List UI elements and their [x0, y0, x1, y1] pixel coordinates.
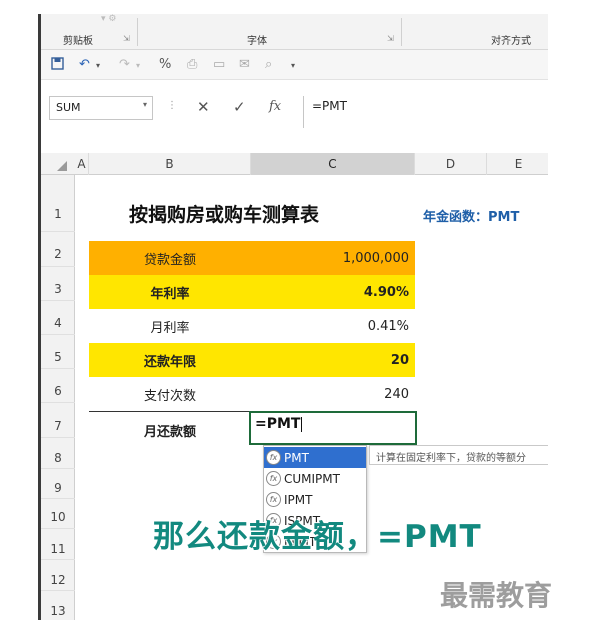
repayment-years-label[interactable]: 还款年限	[89, 343, 251, 377]
row-header-bar: 1 2 3 4 5 6 7 8 9 10 11 12 13	[41, 175, 75, 620]
row-header-1[interactable]: 1	[41, 175, 75, 232]
monthly-rate-label[interactable]: 月利率	[89, 309, 251, 343]
row-header-3[interactable]: 3	[41, 267, 75, 301]
row-header-12[interactable]: 12	[41, 560, 75, 591]
row-header-4[interactable]: 4	[41, 301, 75, 335]
column-header-a[interactable]: A	[75, 153, 89, 175]
function-icon: fx	[266, 471, 281, 486]
row-header-2[interactable]: 2	[41, 232, 75, 267]
redo-icon[interactable]: ↷	[119, 57, 130, 72]
column-header-c[interactable]: C	[251, 153, 415, 175]
function-note[interactable]: 年金函数：PMT	[423, 201, 548, 229]
row-header-6[interactable]: 6	[41, 369, 75, 403]
undo-dropdown-icon[interactable]: ▾	[96, 61, 100, 70]
ribbon-separator	[137, 18, 138, 46]
row-header-9[interactable]: 9	[41, 469, 75, 499]
formula-bar-grip-icon[interactable]: ⋮	[167, 100, 177, 111]
column-header-d[interactable]: D	[415, 153, 487, 175]
payment-count-value[interactable]: 240	[251, 377, 415, 411]
ribbon-group-font[interactable]: 字体	[247, 32, 267, 47]
quick-access-toolbar: ↶ ▾ ↷ ▾ % ⎙ ▭ ✉ ⌕ ▾	[41, 50, 548, 80]
customize-icon[interactable]: ▾	[291, 61, 295, 70]
payment-count-label[interactable]: 支付次数	[89, 377, 251, 411]
undo-icon[interactable]: ↶	[79, 57, 90, 72]
formula-bar: SUM ▾ ⋮ ✕ ✓ fx =PMT	[41, 96, 548, 128]
autocomplete-item[interactable]: fx PMT	[264, 447, 366, 468]
annual-rate-value[interactable]: 4.90%	[251, 275, 415, 309]
ribbon-group-alignment[interactable]: 对齐方式	[491, 32, 531, 47]
repayment-years-value[interactable]: 20	[251, 343, 415, 377]
name-box-value: SUM	[56, 101, 81, 114]
autocomplete-item[interactable]: fx CUMIPMT	[264, 468, 366, 489]
save-icon[interactable]	[51, 57, 64, 74]
watermark-logo: 最需教育	[440, 579, 553, 612]
ribbon-group-clipboard[interactable]: 剪贴板	[63, 32, 93, 47]
font-launcher-icon[interactable]: ⇲	[387, 34, 394, 43]
select-all-icon[interactable]	[57, 161, 67, 171]
function-icon: fx	[266, 450, 281, 465]
row-header-7[interactable]: 7	[41, 403, 75, 438]
text-caret	[301, 416, 303, 432]
name-box[interactable]: SUM ▾	[49, 96, 153, 120]
excel-window: ▾ ⚙ 剪贴板 ⇲ 字体 ⇲ 对齐方式 ↶ ▾ ↷ ▾ % ⎙ ▭ ✉ ⌕ ▾ …	[38, 14, 548, 620]
email-icon[interactable]: ✉	[239, 57, 250, 72]
formula-input[interactable]: =PMT	[303, 96, 548, 128]
row-header-13[interactable]: 13	[41, 591, 75, 620]
percent-icon[interactable]: %	[159, 57, 171, 72]
monthly-payment-input-text: =PMT	[255, 416, 301, 432]
ribbon-separator	[401, 18, 402, 46]
monthly-rate-value[interactable]: 0.41%	[251, 309, 415, 343]
annual-rate-label[interactable]: 年利率	[89, 275, 251, 309]
ribbon: ▾ ⚙ 剪贴板 ⇲ 字体 ⇲ 对齐方式	[41, 14, 548, 50]
monthly-payment-input[interactable]: =PMT	[249, 411, 417, 445]
print-icon[interactable]: ⎙	[187, 57, 197, 72]
function-icon: fx	[266, 492, 281, 507]
loan-amount-value[interactable]: 1,000,000	[251, 241, 415, 275]
column-header-b[interactable]: B	[89, 153, 251, 175]
ribbon-faint-icons: ▾ ⚙	[101, 14, 117, 24]
loan-amount-label[interactable]: 贷款金额	[89, 241, 251, 275]
function-tooltip: 计算在固定利率下，贷款的等额分	[369, 445, 548, 465]
autocomplete-item[interactable]: fx IPMT	[264, 489, 366, 510]
clipboard-launcher-icon[interactable]: ⇲	[123, 34, 130, 43]
monthly-payment-label[interactable]: 月还款额	[89, 413, 251, 447]
enter-icon[interactable]: ✓	[233, 98, 246, 116]
new-icon[interactable]: ▭	[213, 57, 225, 72]
column-header-e[interactable]: E	[487, 153, 548, 175]
chevron-down-icon[interactable]: ▾	[143, 100, 147, 109]
insert-function-icon[interactable]: fx	[269, 99, 281, 114]
row-header-10[interactable]: 10	[41, 499, 75, 529]
column-header-bar: A B C D E	[41, 153, 548, 175]
video-subtitle: 那么还款金额，=PMT	[153, 519, 482, 555]
row-header-11[interactable]: 11	[41, 529, 75, 560]
row-header-5[interactable]: 5	[41, 335, 75, 369]
row-header-8[interactable]: 8	[41, 438, 75, 469]
redo-dropdown-icon[interactable]: ▾	[136, 61, 140, 70]
cancel-icon[interactable]: ✕	[197, 98, 210, 116]
preview-icon[interactable]: ⌕	[265, 57, 272, 72]
sheet-title[interactable]: 按揭购房或购车测算表	[129, 193, 399, 233]
